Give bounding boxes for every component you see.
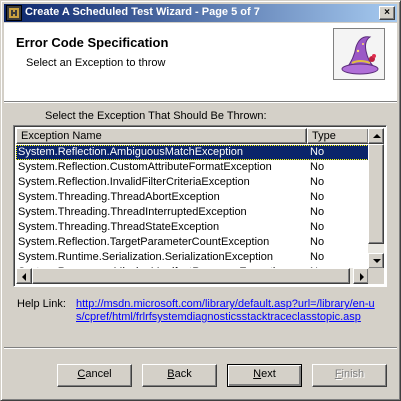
- list-item[interactable]: System.Reflection.CustomAttributeFormatE…: [16, 160, 369, 175]
- column-header-exception-name[interactable]: Exception Name: [16, 128, 307, 144]
- list-item[interactable]: System.Reflection.InvalidFilterCriteriaE…: [16, 175, 369, 190]
- scroll-left-button[interactable]: [16, 268, 32, 284]
- exception-type-cell: No: [310, 176, 325, 188]
- window-title: Create A Scheduled Test Wizard - Page 5 …: [25, 6, 260, 18]
- wizard-header: Error Code Specification Select an Excep…: [4, 23, 397, 102]
- back-label-mnemonic: B: [167, 368, 175, 380]
- exception-name-cell: System.Reflection.TargetParameterCountEx…: [18, 236, 270, 248]
- list-item[interactable]: System.Threading.ThreadInterruptedExcept…: [16, 205, 369, 220]
- column-header-type[interactable]: Type: [307, 128, 369, 144]
- exception-type-cell: No: [310, 206, 325, 218]
- finish-label-post: inish: [341, 368, 365, 380]
- exception-name-cell: System.Runtime.Serialization.Serializati…: [18, 251, 273, 263]
- back-button[interactable]: Back: [142, 364, 217, 387]
- help-link[interactable]: http://msdn.microsoft.com/library/defaul…: [76, 298, 381, 324]
- list-item[interactable]: System.Threading.ThreadStateException No: [16, 220, 369, 235]
- vertical-scroll-thumb[interactable]: [368, 144, 384, 244]
- next-button[interactable]: Next: [227, 364, 302, 387]
- footer-divider: [4, 347, 397, 349]
- list-item[interactable]: System.Reflection.TargetParameterCountEx…: [16, 235, 369, 250]
- exception-type-cell: No: [310, 251, 325, 263]
- close-button[interactable]: ×: [379, 6, 395, 20]
- arrow-up-icon: [373, 134, 381, 138]
- vertical-scrollbar[interactable]: [368, 128, 384, 269]
- arrow-right-icon: [360, 273, 364, 281]
- exception-name-cell: System.Reflection.InvalidFilterCriteriaE…: [18, 176, 250, 188]
- next-label-mnemonic: N: [253, 368, 262, 380]
- exception-name-cell: System.Reflection.CustomAttributeFormatE…: [18, 161, 272, 173]
- horizontal-scrollbar[interactable]: [16, 268, 369, 284]
- header-divider: [4, 102, 397, 104]
- scroll-up-button[interactable]: [368, 128, 384, 144]
- app-icon: [6, 5, 22, 21]
- scroll-right-button[interactable]: [353, 268, 369, 284]
- scroll-down-button[interactable]: [368, 253, 384, 269]
- exception-type-cell: No: [310, 161, 325, 173]
- list-item[interactable]: System.Reflection.AmbiguousMatchExceptio…: [16, 145, 369, 160]
- horizontal-scroll-thumb[interactable]: [32, 268, 350, 284]
- help-link-label: Help Link:: [17, 298, 66, 310]
- wizard-window: Create A Scheduled Test Wizard - Page 5 …: [0, 0, 401, 401]
- exception-name-cell: System.Reflection.AmbiguousMatchExceptio…: [18, 146, 243, 158]
- exception-type-cell: No: [310, 221, 325, 233]
- list-item[interactable]: System.Runtime.Serialization.Serializati…: [16, 250, 369, 265]
- list-prompt: Select the Exception That Should Be Thro…: [45, 110, 267, 122]
- exception-type-cell: No: [310, 146, 325, 158]
- exception-name-cell: System.Threading.ThreadInterruptedExcept…: [18, 206, 247, 218]
- finish-button[interactable]: Finish: [312, 364, 387, 387]
- arrow-left-icon: [22, 273, 26, 281]
- next-label-post: ext: [261, 368, 276, 380]
- exception-name-cell: System.Threading.ThreadStateException: [18, 221, 220, 233]
- exception-list[interactable]: Exception Name Type System.Reflection.Am…: [13, 125, 387, 287]
- scrollbar-corner: [368, 268, 384, 284]
- arrow-down-icon: [373, 259, 381, 263]
- exception-type-cell: No: [310, 191, 325, 203]
- cancel-button[interactable]: Cancel: [57, 364, 132, 387]
- title-bar[interactable]: Create A Scheduled Test Wizard - Page 5 …: [4, 4, 397, 22]
- cancel-label-post: ancel: [85, 368, 112, 380]
- finish-label-mnemonic: F: [334, 368, 342, 380]
- page-title: Error Code Specification: [16, 35, 169, 50]
- exception-rows: System.Reflection.AmbiguousMatchExceptio…: [16, 145, 369, 269]
- exception-name-cell: System.Threading.ThreadAbortException: [18, 191, 220, 203]
- page-subtitle: Select an Exception to throw: [26, 57, 166, 69]
- wizard-hat-icon: [333, 28, 385, 80]
- close-icon: ×: [384, 7, 390, 18]
- back-label-post: ack: [174, 368, 192, 380]
- list-item[interactable]: System.Threading.ThreadAbortException No: [16, 190, 369, 205]
- exception-type-cell: No: [310, 236, 325, 248]
